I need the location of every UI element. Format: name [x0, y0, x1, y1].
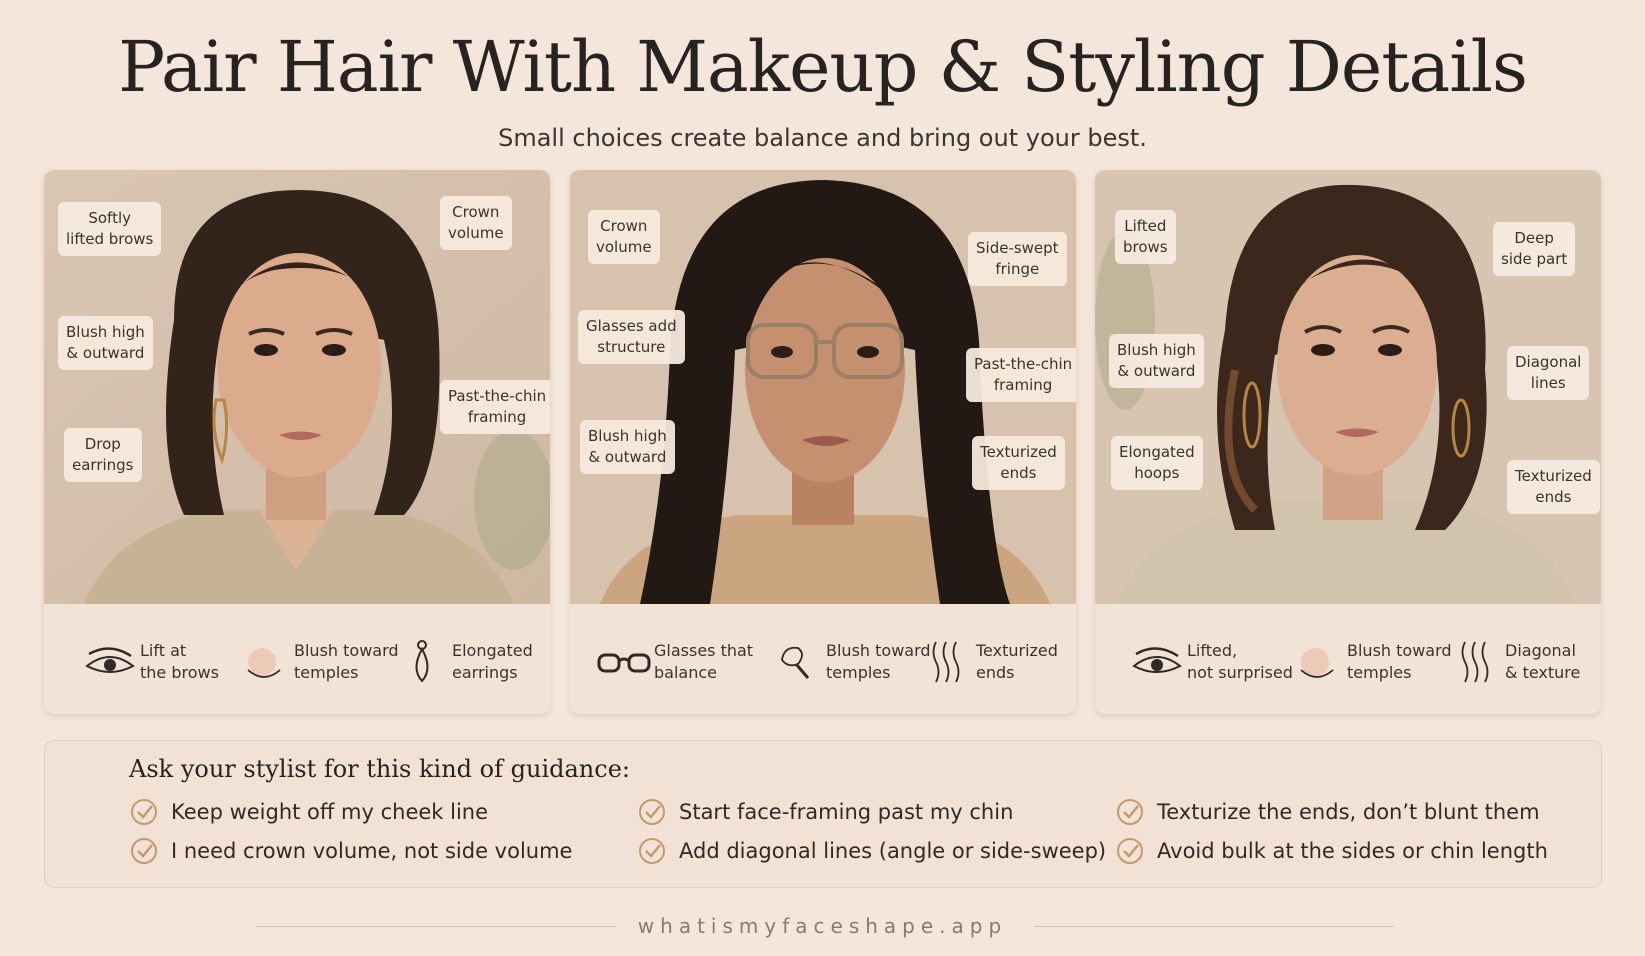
portrait-photo-2: Crown volume Side-swept fringe Glasses add… — [570, 170, 1076, 604]
guidance-item: I need crown volume, not side volume — [129, 836, 572, 866]
guidance-item: Avoid bulk at the sides or chin length — [1115, 836, 1548, 866]
callout-glasses-structure: Glasses add structure — [578, 310, 685, 364]
check-circle-icon — [639, 799, 665, 825]
callout-lifted-brows: Lifted brows — [1115, 210, 1176, 264]
portrait-photo-3: Lifted brows Deep side part Blush high & ou… — [1095, 170, 1601, 604]
feature-earrings: Elongated earrings — [392, 640, 533, 684]
feature-strip-3: Lifted, not surprised Blush toward temples… — [1095, 604, 1601, 714]
waves-icon — [1445, 641, 1505, 683]
feature-blush: Blush toward temples — [766, 640, 931, 684]
portrait-photo-1: Softly lifted brows Crown volume Blush hig… — [44, 170, 550, 604]
feature-glasses: Glasses that balance — [594, 640, 753, 684]
footer-site-link[interactable]: whatismyfaceshape.app — [0, 914, 1645, 938]
guidance-title: Ask your stylist for this kind of guidan… — [129, 755, 630, 783]
callout-past-chin-framing: Past-the-chin framing — [966, 348, 1076, 402]
feature-blush: Blush toward temples — [234, 640, 399, 684]
eye-icon — [1127, 642, 1187, 682]
style-panel-2: Crown volume Side-swept fringe Glasses add… — [570, 170, 1076, 714]
earring-icon — [392, 640, 452, 683]
feature-blush: Blush toward temples — [1287, 640, 1452, 684]
blush-icon — [234, 642, 294, 682]
feature-lift-brows: Lift at the brows — [80, 640, 219, 684]
feature-lifted: Lifted, not surprised — [1127, 640, 1293, 684]
brush-icon — [766, 642, 826, 682]
feature-diagonal: Diagonal & texture — [1445, 640, 1580, 684]
guidance-item: Add diagonal lines (angle or side-sweep) — [637, 836, 1106, 866]
callout-texturized-ends: Texturized ends — [972, 436, 1065, 490]
feature-strip-2: Glasses that balance Blush toward temples … — [570, 604, 1076, 714]
feature-texturized: Texturized ends — [916, 640, 1058, 684]
check-circle-icon — [131, 838, 157, 864]
check-circle-icon — [131, 799, 157, 825]
guidance-item: Texturize the ends, don’t blunt them — [1115, 797, 1540, 827]
callout-crown-volume: Crown volume — [440, 196, 512, 250]
page-title: Pair Hair With Makeup & Styling Details — [118, 26, 1528, 108]
callout-deep-side-part: Deep side part — [1493, 222, 1576, 276]
glasses-icon — [594, 642, 654, 682]
callout-blush: Blush high & outward — [1109, 334, 1204, 388]
page-subtitle: Small choices create balance and bring o… — [498, 124, 1147, 152]
callout-crown-volume: Crown volume — [588, 210, 660, 264]
check-circle-icon — [1117, 838, 1143, 864]
callout-texturized-ends: Texturized ends — [1507, 460, 1600, 514]
callout-blush: Blush high & outward — [58, 316, 153, 370]
callout-past-chin-framing: Past-the-chin framing — [440, 380, 550, 434]
check-circle-icon — [639, 838, 665, 864]
callout-blush: Blush high & outward — [580, 420, 675, 474]
style-panel-1: Softly lifted brows Crown volume Blush hig… — [44, 170, 550, 714]
callout-diagonal-lines: Diagonal lines — [1507, 346, 1590, 400]
blush-icon — [1287, 642, 1347, 682]
style-panel-3: Lifted brows Deep side part Blush high & ou… — [1095, 170, 1601, 714]
callout-drop-earrings: Drop earrings — [64, 428, 142, 482]
check-circle-icon — [1117, 799, 1143, 825]
callout-elongated-hoops: Elongated hoops — [1111, 436, 1203, 490]
callout-side-swept-fringe: Side-swept fringe — [968, 232, 1067, 286]
stylist-guidance-box: Ask your stylist for this kind of guidan… — [44, 740, 1602, 888]
feature-strip-1: Lift at the brows Blush toward temples Elo… — [44, 604, 550, 714]
guidance-item: Keep weight off my cheek line — [129, 797, 488, 827]
eye-icon — [80, 642, 140, 682]
callout-lifted-brows: Softly lifted brows — [58, 202, 162, 256]
waves-icon — [916, 641, 976, 683]
guidance-item: Start face-framing past my chin — [637, 797, 1013, 827]
